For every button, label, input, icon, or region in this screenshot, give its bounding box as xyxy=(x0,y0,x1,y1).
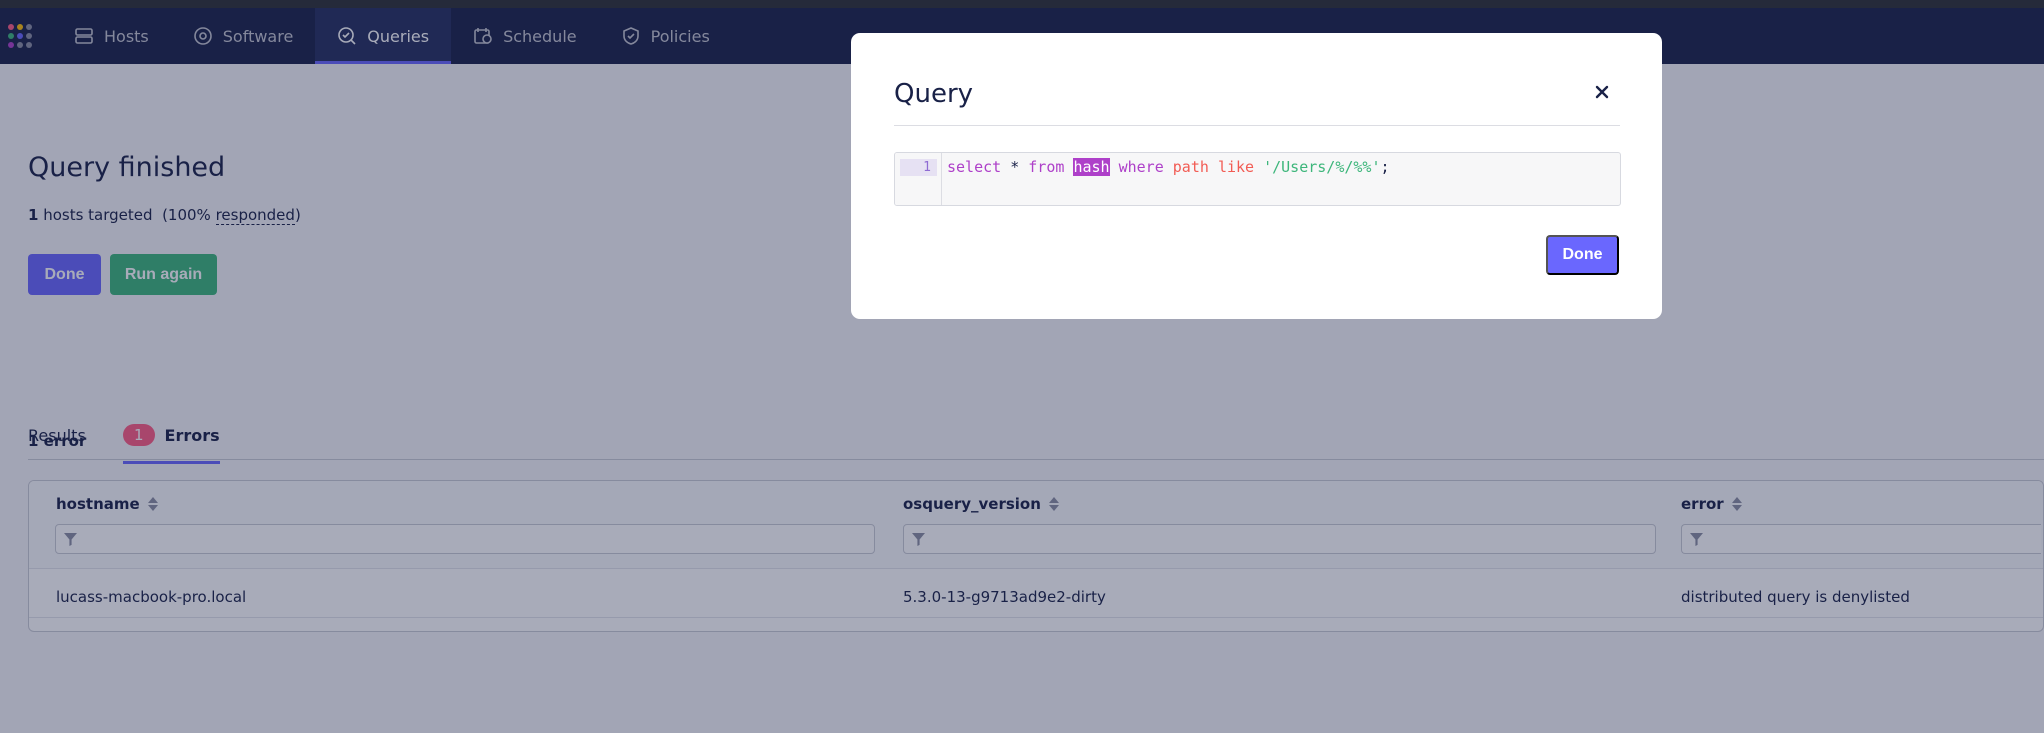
sql-operator-like: like xyxy=(1217,158,1255,176)
sql-semicolon: ; xyxy=(1380,158,1390,176)
modal-title: Query xyxy=(894,79,974,109)
close-modal-button[interactable] xyxy=(1591,81,1613,103)
query-code-editor[interactable]: 1 select * from hash where path like '/U… xyxy=(894,152,1621,206)
sql-keyword: select xyxy=(947,158,1002,176)
sql-column: path xyxy=(1172,158,1209,176)
modal-done-button[interactable]: Done xyxy=(1546,235,1619,275)
editor-gutter: 1 xyxy=(895,153,942,205)
query-modal: Query 1 select * from hash where path li… xyxy=(851,33,1662,319)
sql-keyword: from xyxy=(1028,158,1065,176)
sql-space xyxy=(1209,158,1218,176)
modal-divider xyxy=(894,125,1620,126)
sql-space xyxy=(1110,158,1119,176)
sql-table-highlighted: hash xyxy=(1073,158,1110,176)
line-number: 1 xyxy=(900,159,937,176)
sql-string: '/Users/%/%%' xyxy=(1263,158,1381,176)
sql-operator: * xyxy=(1001,158,1029,176)
sql-space xyxy=(1254,158,1263,176)
sql-keyword: where xyxy=(1118,158,1164,176)
sql-space xyxy=(1164,158,1173,176)
close-icon xyxy=(1595,85,1609,99)
sql-code: select * from hash where path like '/Use… xyxy=(947,158,1390,176)
